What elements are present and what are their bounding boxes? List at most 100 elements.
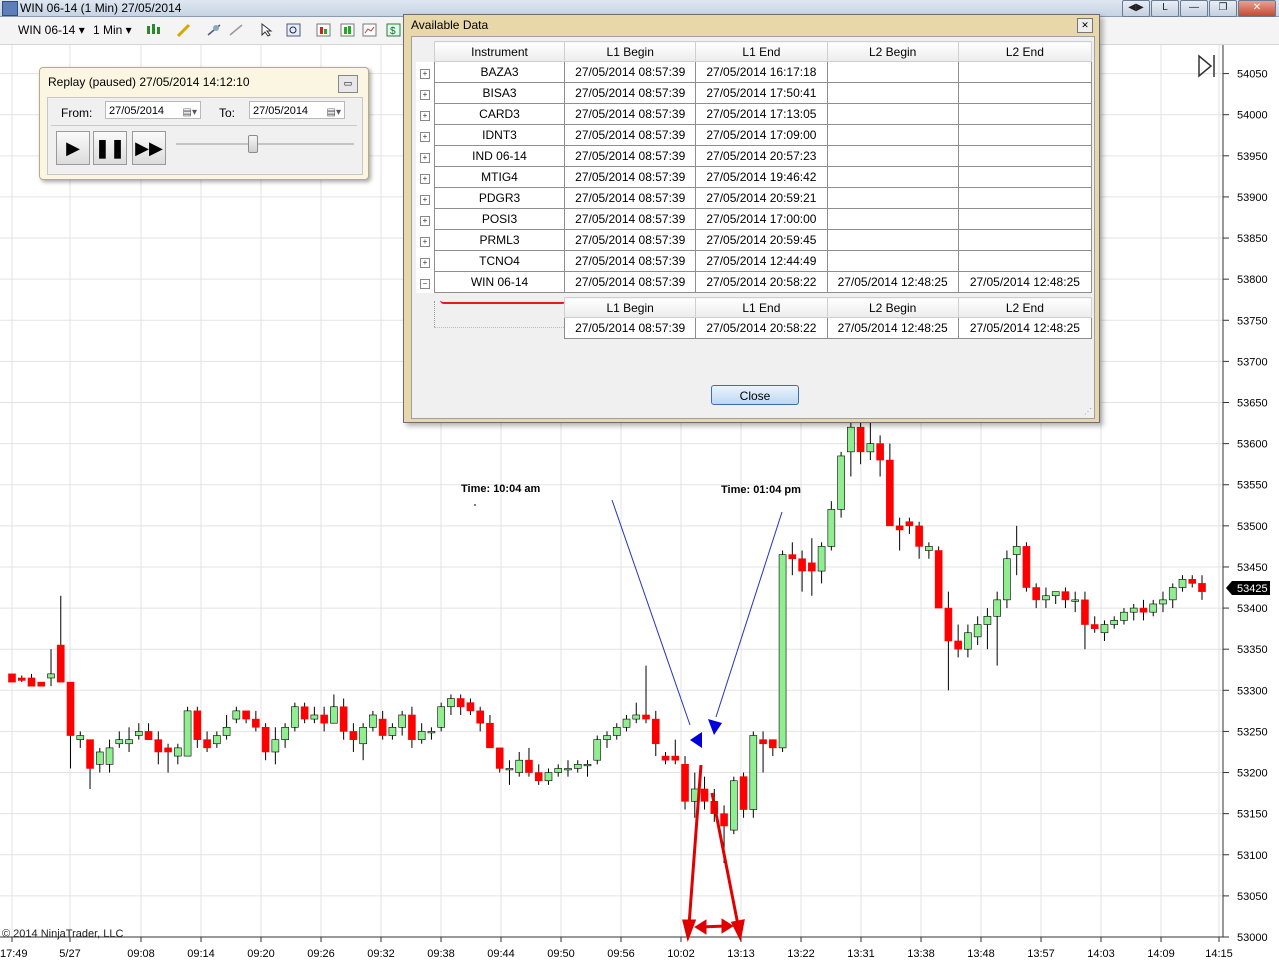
minimize-button[interactable]: — <box>1180 0 1208 17</box>
link-arrows-button[interactable]: ◀▶ <box>1122 0 1150 17</box>
candle <box>47 649 55 687</box>
candle <box>1139 599 1148 621</box>
detail-column-header[interactable]: L1 End <box>695 297 828 318</box>
expand-icon[interactable]: + <box>419 258 430 268</box>
expand-icon[interactable]: + <box>419 153 430 163</box>
link-button[interactable]: L <box>1151 0 1179 17</box>
price-tick-label: 53000 <box>1237 932 1268 944</box>
indicator-icon[interactable] <box>340 23 356 37</box>
pause-button[interactable]: ❚❚ <box>93 131 127 165</box>
time-tick-label: 17:49 <box>0 948 28 960</box>
table-row[interactable]: + IDNT3 27/05/2014 08:57:39 27/05/2014 17:0… <box>416 124 1093 146</box>
column-header[interactable]: Instrument <box>433 41 566 62</box>
instrument-selector[interactable]: WIN 06-14 ▾ <box>18 23 85 37</box>
to-date-picker[interactable]: 27/05/2014 ▤▾ <box>249 101 345 119</box>
replay-options-button[interactable]: ▭ <box>338 75 358 93</box>
detail-column-header[interactable]: L2 Begin <box>826 297 959 318</box>
expand-toggle[interactable]: − <box>416 271 435 293</box>
candle <box>66 681 75 769</box>
candle <box>1129 603 1138 621</box>
expand-icon[interactable]: + <box>419 174 430 184</box>
table-row[interactable]: + PRML3 27/05/2014 08:57:39 27/05/2014 20:5… <box>416 229 1093 251</box>
column-header[interactable]: L1 Begin <box>564 41 697 62</box>
expand-icon[interactable]: + <box>419 237 430 247</box>
close-button[interactable]: Close <box>711 385 799 405</box>
table-row[interactable]: + IND 06-14 27/05/2014 08:57:39 27/05/2014 … <box>416 145 1093 167</box>
dialog-close-icon[interactable]: ✕ <box>1077 18 1093 33</box>
detail-column-header[interactable]: L2 End <box>957 297 1093 318</box>
time-tick-label: 13:57 <box>1027 948 1055 960</box>
replay-controls: From: 27/05/2014 ▤▾ To: 27/05/2014 ▤▾ ▶ ❚❚… <box>47 97 363 175</box>
column-header[interactable]: L2 Begin <box>826 41 959 62</box>
cell-l2-end <box>957 82 1093 104</box>
candle <box>417 723 426 744</box>
table-row[interactable]: − WIN 06-14 27/05/2014 08:57:39 27/05/2014 … <box>416 271 1093 293</box>
maximize-button[interactable]: ❐ <box>1209 0 1237 17</box>
calendar-dropdown-icon[interactable]: ▤▾ <box>183 104 197 122</box>
expand-icon[interactable]: + <box>419 90 430 100</box>
detail-row[interactable]: 27/05/2014 08:57:39 27/05/2014 20:58:22 27… <box>563 317 1093 339</box>
candle-body <box>1188 578 1197 584</box>
table-row[interactable]: + POSI3 27/05/2014 08:57:39 27/05/2014 17:0… <box>416 208 1093 230</box>
cell-l2-begin <box>826 229 959 251</box>
zoom-icon[interactable] <box>228 23 244 37</box>
expand-toggle[interactable]: + <box>416 229 435 251</box>
expand-toggle[interactable]: + <box>416 187 435 209</box>
replay-slider-track[interactable] <box>176 143 354 145</box>
candle <box>1149 599 1158 617</box>
expand-toggle[interactable]: + <box>416 250 435 272</box>
candle-body <box>886 459 894 527</box>
candle-body <box>320 714 328 724</box>
play-button[interactable]: ▶ <box>56 131 90 165</box>
expand-icon[interactable]: + <box>419 111 430 121</box>
candle <box>534 764 543 785</box>
table-row[interactable]: + MTIG4 27/05/2014 08:57:39 27/05/2014 19:4… <box>416 166 1093 188</box>
properties-icon[interactable] <box>362 23 378 37</box>
time-tick-label: 13:48 <box>967 948 995 960</box>
expand-icon[interactable]: + <box>419 69 430 79</box>
resize-grip[interactable]: ⋰ <box>1084 407 1092 416</box>
table-row[interactable]: + PDGR3 27/05/2014 08:57:39 27/05/2014 20:5… <box>416 187 1093 209</box>
candle <box>934 546 943 609</box>
expand-toggle[interactable]: + <box>416 61 435 83</box>
expand-icon[interactable]: + <box>419 132 430 142</box>
dollar-icon[interactable]: $ <box>386 23 402 37</box>
calendar-dropdown-icon[interactable]: ▤▾ <box>327 104 341 122</box>
expand-toggle[interactable]: + <box>416 124 435 146</box>
expand-toggle[interactable]: + <box>416 82 435 104</box>
column-header[interactable]: L1 End <box>695 41 828 62</box>
cell-l1-begin: 27/05/2014 08:57:39 <box>564 166 697 188</box>
pencil-icon[interactable] <box>176 23 192 37</box>
table-row[interactable]: + BAZA3 27/05/2014 08:57:39 27/05/2014 16:1… <box>416 61 1093 83</box>
fast-forward-button[interactable]: ▶▶ <box>132 131 166 165</box>
replay-slider-thumb[interactable] <box>247 135 258 153</box>
candle <box>661 751 670 765</box>
candle-body <box>993 599 1001 617</box>
crosshair-icon[interactable] <box>206 23 222 37</box>
table-row[interactable]: + CARD3 27/05/2014 08:57:39 27/05/2014 17:1… <box>416 103 1093 125</box>
candle <box>1081 591 1089 650</box>
instrument-label: WIN 06-14 <box>18 23 76 37</box>
pointer-icon[interactable] <box>260 23 276 37</box>
expand-toggle[interactable]: + <box>416 145 435 167</box>
expand-toggle[interactable]: + <box>416 166 435 188</box>
interval-selector[interactable]: 1 Min ▾ <box>93 23 132 37</box>
copyright-text: © 2014 NinjaTrader, LLC <box>2 928 123 940</box>
detail-column-header[interactable]: L1 Begin <box>563 297 697 318</box>
candle-body <box>378 718 387 736</box>
candle <box>1022 542 1031 592</box>
table-row[interactable]: + BISA3 27/05/2014 08:57:39 27/05/2014 17:5… <box>416 82 1093 104</box>
candle <box>1090 616 1099 633</box>
chart-style-icon[interactable] <box>146 23 162 37</box>
expand-icon[interactable]: + <box>419 195 430 205</box>
from-date-picker[interactable]: 27/05/2014 ▤▾ <box>105 101 201 119</box>
expand-toggle[interactable]: + <box>416 103 435 125</box>
strategy-icon[interactable] <box>316 23 332 37</box>
collapse-icon[interactable]: − <box>419 279 430 289</box>
window-close-button[interactable]: ✕ <box>1238 0 1276 17</box>
expand-icon[interactable]: + <box>419 216 430 226</box>
magnifier-icon[interactable] <box>286 23 302 37</box>
expand-toggle[interactable]: + <box>416 208 435 230</box>
column-header[interactable]: L2 End <box>957 41 1093 62</box>
table-row[interactable]: + TCNO4 27/05/2014 08:57:39 27/05/2014 12:4… <box>416 250 1093 272</box>
